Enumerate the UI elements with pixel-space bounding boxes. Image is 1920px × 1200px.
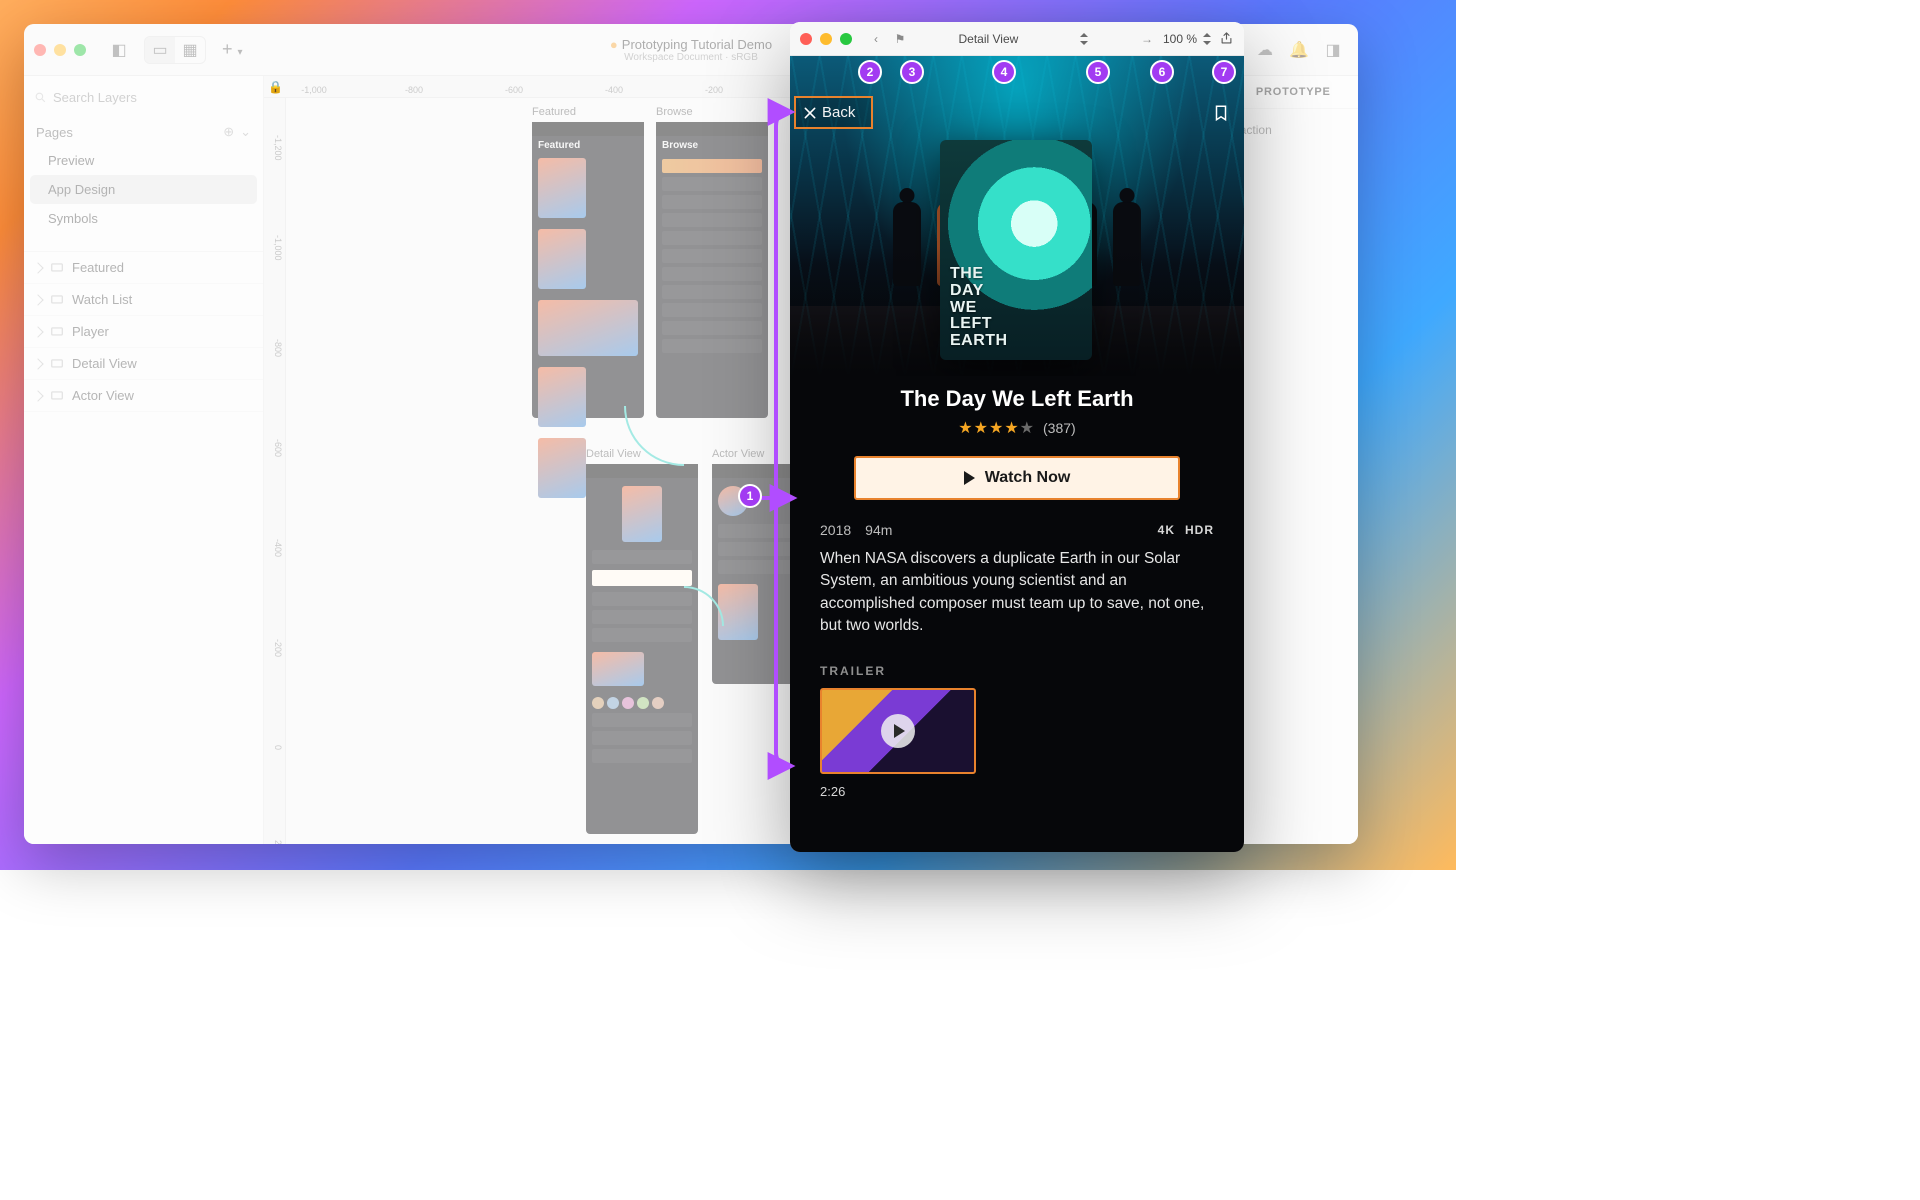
year: 2018	[820, 522, 851, 538]
lock-icon[interactable]: 🔒	[268, 80, 283, 94]
preview-window: ‹ ⚑ Detail View → 100 %	[790, 22, 1244, 852]
watch-now-button[interactable]: Watch Now	[854, 456, 1180, 500]
layer-player[interactable]: Player	[24, 316, 263, 348]
play-icon	[881, 714, 915, 748]
artboard-dropdown[interactable]: Detail View	[948, 30, 1098, 48]
movie-title: The Day We Left Earth	[900, 386, 1133, 412]
rating: ★★★★★ (387)	[958, 418, 1075, 438]
badge-4k: 4K	[1158, 523, 1175, 537]
stars-icon: ★★★★★	[958, 418, 1035, 438]
pages-header: Pages ⊕⌄	[24, 118, 263, 146]
bookmark-icon	[1212, 102, 1230, 124]
artboard-icon	[50, 261, 64, 275]
stepper-icon	[1080, 33, 1088, 45]
artboard-label: Actor View	[712, 448, 764, 460]
bookmark-button[interactable]	[1212, 102, 1230, 129]
trailer-header: TRAILER	[790, 638, 1244, 678]
artboard-label: Browse	[656, 106, 693, 118]
trailer-duration: 2:26	[820, 784, 976, 799]
flag-icon[interactable]: ⚑	[892, 32, 908, 46]
specs-row: 2018 94m 4K HDR	[790, 500, 1244, 544]
step-bubble-1: 1	[738, 484, 762, 508]
artboard-icon	[50, 357, 64, 371]
page-app-design[interactable]: App Design	[30, 175, 257, 204]
page-symbols[interactable]: Symbols	[30, 204, 257, 233]
step-bubble-3: 3	[900, 60, 924, 84]
close-window-icon[interactable]	[800, 33, 812, 45]
artboard-icon	[50, 325, 64, 339]
sidebar-toggle-icon[interactable]: ◧	[104, 37, 134, 63]
canvas-view-segmented[interactable]: ▭ ▦	[144, 36, 206, 64]
step-bubble-5: 5	[1086, 60, 1110, 84]
canvas-view-single-icon[interactable]: ▭	[145, 37, 175, 63]
zoom-window-icon[interactable]	[840, 33, 852, 45]
tab-prototype[interactable]: PROTOTYPE	[1256, 86, 1331, 98]
insert-button[interactable]: + ▾	[222, 39, 243, 60]
window-traffic-lights[interactable]	[34, 44, 86, 56]
search-icon	[34, 91, 47, 104]
badge-hdr: HDR	[1185, 523, 1214, 537]
movie-poster: THE DAY WE LEFT EARTH	[940, 140, 1092, 360]
layers-panel: Search Layers Pages ⊕⌄ Preview App Desig…	[24, 76, 264, 844]
layer-watch-list[interactable]: Watch List	[24, 284, 263, 316]
step-bubble-4: 4	[992, 60, 1016, 84]
tb-icon-cloud[interactable]: ☁	[1250, 37, 1280, 63]
canvas-view-grid-icon[interactable]: ▦	[175, 37, 205, 63]
step-bubble-7: 7	[1212, 60, 1236, 84]
nav-back-icon[interactable]: ‹	[868, 32, 884, 46]
step-bubble-6: 6	[1150, 60, 1174, 84]
poster-title: THE DAY WE LEFT EARTH	[950, 266, 1008, 350]
artboard-label: Detail View	[586, 448, 641, 460]
stepper-icon	[1203, 33, 1211, 45]
hero: Back THE DAY WE LEFT EARTH	[790, 56, 1244, 376]
minimize-window-icon[interactable]	[820, 33, 832, 45]
play-icon	[964, 471, 975, 485]
artboard-section-header: Featured	[532, 136, 644, 155]
zoom-window-icon[interactable]	[74, 44, 86, 56]
layer-actor-view[interactable]: Actor View	[24, 380, 263, 412]
artboard-section-header: Browse	[656, 136, 768, 155]
page-preview[interactable]: Preview	[30, 146, 257, 175]
back-button[interactable]: Back	[794, 96, 873, 129]
add-page-icon[interactable]: ⊕	[223, 124, 234, 140]
minimize-window-icon[interactable]	[54, 44, 66, 56]
preview-toolbar: ‹ ⚑ Detail View → 100 %	[790, 22, 1244, 56]
app-preview: Back THE DAY WE LEFT EARTH	[790, 56, 1244, 852]
review-count: (387)	[1043, 420, 1076, 436]
artboard-featured[interactable]: Featured Featured	[532, 122, 644, 418]
layer-featured[interactable]: Featured	[24, 252, 263, 284]
share-icon[interactable]	[1219, 31, 1234, 46]
zoom-control[interactable]: 100 %	[1163, 32, 1211, 46]
layer-detail-view[interactable]: Detail View	[24, 348, 263, 380]
pages-chevron-icon[interactable]: ⌄	[240, 124, 251, 140]
artboard-label: Featured	[532, 106, 576, 118]
artboard-browse[interactable]: Browse Browse	[656, 122, 768, 418]
tb-icon-bell[interactable]: 🔔	[1284, 37, 1314, 63]
close-window-icon[interactable]	[34, 44, 46, 56]
step-bubble-2: 2	[858, 60, 882, 84]
artboard-icon	[50, 389, 64, 403]
runtime: 94m	[865, 522, 892, 538]
search-layers-input[interactable]: Search Layers	[34, 82, 253, 112]
trailer-thumbnail[interactable]	[820, 688, 976, 774]
preview-traffic-lights[interactable]	[800, 33, 852, 45]
inspector-toggle-icon[interactable]: ◨	[1318, 37, 1348, 63]
artboard-icon	[50, 293, 64, 307]
artboard-detail-view[interactable]: Detail View	[586, 464, 698, 834]
close-icon	[802, 105, 818, 121]
ruler-vertical: -1,200-1,000-800-600-400-200020040060080…	[264, 98, 286, 844]
movie-description: When NASA discovers a duplicate Earth in…	[790, 544, 1244, 638]
nav-forward-icon[interactable]: →	[1139, 32, 1155, 46]
document-title: ●Prototyping Tutorial Demo Workspace Doc…	[610, 37, 772, 63]
